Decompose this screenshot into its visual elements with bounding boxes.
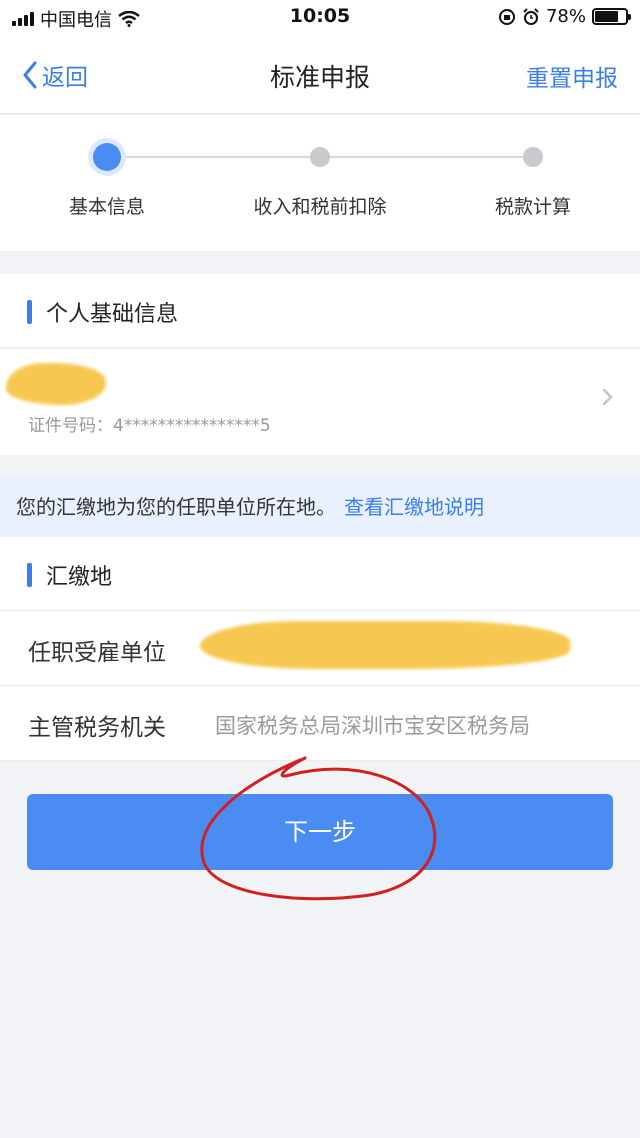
- progress-steps: 基本信息 收入和税前扣除 税款计算: [0, 115, 640, 251]
- next-step-button[interactable]: 下一步: [27, 794, 613, 870]
- id-number: 证件号码：4****************5: [28, 411, 271, 436]
- redacted-employer: [200, 621, 570, 669]
- step-connector: [320, 156, 533, 158]
- section-marker: [27, 300, 32, 324]
- step-connector: [107, 156, 320, 158]
- step-dot-income-deductions: [310, 147, 330, 167]
- battery-fill: [595, 11, 619, 22]
- status-bar: 中国电信 10:05 78%: [0, 0, 640, 34]
- step-dot-tax-calculation: [523, 147, 543, 167]
- section-marker: [27, 563, 32, 587]
- status-right: 78%: [498, 6, 631, 27]
- employer-row[interactable]: 任职受雇单位: [0, 611, 640, 686]
- section-title: 个人基础信息: [46, 302, 179, 327]
- battery-percent: 78%: [545, 6, 586, 27]
- personal-info-card[interactable]: 证件号码：4****************5: [0, 349, 640, 455]
- personal-info-header: 个人基础信息: [0, 274, 640, 348]
- redacted-name: [6, 363, 106, 405]
- alarm-icon: [523, 7, 539, 25]
- id-number-label: 证件号码：: [28, 416, 113, 436]
- step-label-income-deductions: 收入和税前扣除: [253, 196, 387, 218]
- employer-label: 任职受雇单位: [28, 640, 166, 666]
- orientation-lock-icon: [498, 8, 515, 25]
- tax-authority-row: 主管税务机关 国家税务总局深圳市宝安区税务局: [0, 686, 640, 761]
- payment-location-notice: 您的汇缴地为您的任职单位所在地。 查看汇缴地说明: [0, 477, 640, 537]
- step-dot-basic-info: [93, 143, 121, 171]
- tax-authority-value: 国家税务总局深圳市宝安区税务局: [215, 714, 530, 738]
- reset-declaration-button[interactable]: 重置申报: [526, 59, 618, 93]
- notice-text: 您的汇缴地为您的任职单位所在地。: [16, 495, 336, 519]
- tax-authority-label: 主管税务机关: [28, 715, 166, 741]
- battery-icon: [592, 8, 631, 25]
- section-title: 汇缴地: [46, 565, 113, 590]
- payment-location-help-link[interactable]: 查看汇缴地说明: [344, 495, 484, 519]
- step-label-basic-info: 基本信息: [68, 196, 146, 218]
- payment-location-header: 汇缴地: [0, 537, 640, 611]
- id-number-value: 4****************5: [113, 416, 271, 436]
- navigation-bar: 返回 标准申报 重置申报: [0, 34, 640, 114]
- step-label-tax-calculation: 税款计算: [494, 196, 572, 218]
- chevron-right-icon: [602, 388, 613, 406]
